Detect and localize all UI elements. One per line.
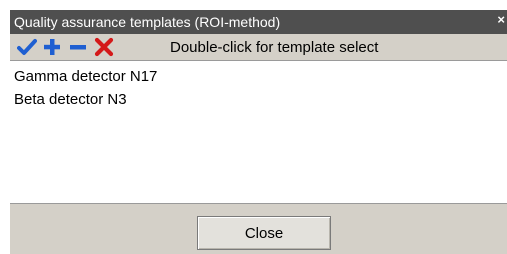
plus-icon [44, 39, 60, 55]
list-item[interactable]: Gamma detector N17 [10, 65, 507, 88]
title-bar[interactable]: Quality assurance templates (ROI-method)… [10, 10, 507, 34]
close-button[interactable]: Close [197, 216, 331, 250]
delete-x-icon [94, 37, 114, 57]
checkmark-icon [17, 39, 37, 55]
toolbar: Double-click for template select [10, 34, 507, 60]
delete-template-button[interactable] [94, 37, 114, 57]
window-title: Quality assurance templates (ROI-method) [14, 14, 281, 30]
toolbar-hint: Double-click for template select [170, 39, 379, 56]
add-template-button[interactable] [42, 37, 62, 57]
remove-template-button[interactable] [68, 37, 88, 57]
confirm-button[interactable] [17, 37, 37, 57]
template-list[interactable]: Gamma detector N17 Beta detector N3 [10, 60, 507, 204]
qa-templates-dialog: Quality assurance templates (ROI-method)… [10, 10, 507, 254]
window-close-icon[interactable]: × [497, 12, 505, 28]
dialog-footer: Close [10, 204, 507, 254]
minus-icon [70, 45, 86, 50]
list-item[interactable]: Beta detector N3 [10, 88, 507, 111]
